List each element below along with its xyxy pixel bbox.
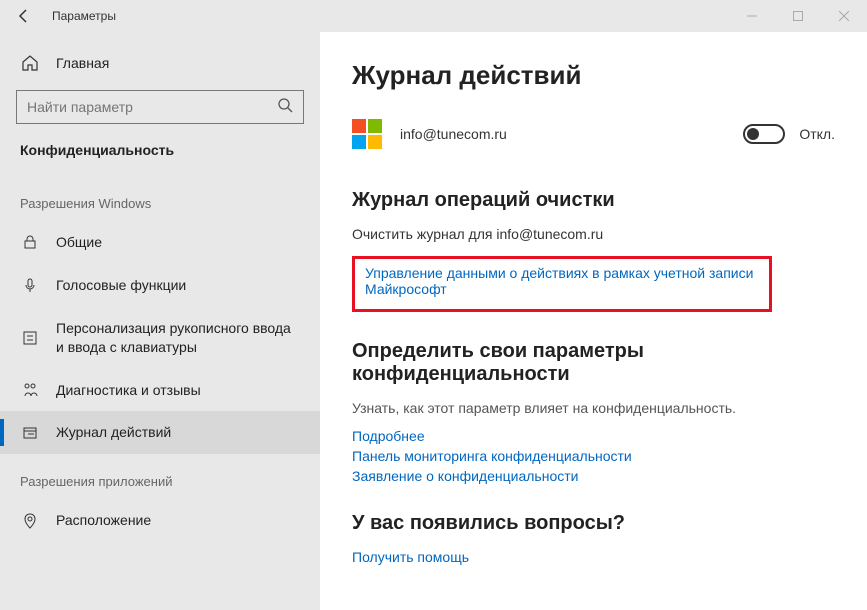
search-input[interactable] [27,99,277,115]
window-title: Параметры [52,9,116,23]
privacy-dashboard-link[interactable]: Панель мониторинга конфиденциальности [352,448,835,464]
back-button[interactable] [0,0,48,32]
sidebar: Главная Конфиденциальность Разрешения Wi… [0,32,320,610]
mic-icon [20,277,40,293]
main-content: Журнал действий info@tunecom.ru Откл. Жу… [320,32,867,610]
titlebar: Параметры [0,0,867,32]
location-icon [20,513,40,529]
home-label: Главная [56,55,109,71]
microsoft-logo-icon [352,119,382,149]
home-button[interactable]: Главная [0,44,320,82]
privacy-description: Узнать, как этот параметр влияет на конф… [352,400,835,416]
nav-label: Журнал действий [56,423,300,442]
toggle-state-label: Откл. [799,126,835,142]
highlight-box: Управление данными о действиях в рамках … [352,256,772,312]
nav-activity-history[interactable]: Журнал действий [0,411,320,454]
lock-icon [20,234,40,250]
nav-general[interactable]: Общие [0,221,320,264]
close-button[interactable] [821,0,867,32]
maximize-icon [793,11,803,21]
nav-label: Общие [56,233,300,252]
privacy-statement-link[interactable]: Заявление о конфиденциальности [352,468,835,484]
minimize-icon [747,11,757,21]
minimize-button[interactable] [729,0,775,32]
section-privacy-title: Определить свои параметры конфиденциальн… [352,340,835,386]
page-title: Журнал действий [352,60,835,91]
sidebar-category: Конфиденциальность [0,138,320,176]
section-questions-title: У вас появились вопросы? [352,512,835,535]
home-icon [20,54,40,72]
maximize-button[interactable] [775,0,821,32]
group-header-apps: Разрешения приложений [0,454,320,499]
activity-toggle[interactable] [743,124,785,144]
nav-inking[interactable]: Персонализация рукописного ввода и ввода… [0,307,320,369]
nav-label: Персонализация рукописного ввода и ввода… [56,319,300,357]
manage-activity-link[interactable]: Управление данными о действиях в рамках … [365,265,759,297]
account-email: info@tunecom.ru [400,126,507,142]
clear-description: Очистить журнал для info@tunecom.ru [352,226,835,242]
close-icon [839,11,849,21]
arrow-left-icon [16,8,32,24]
account-row: info@tunecom.ru Откл. [352,119,835,149]
search-icon [277,97,293,118]
group-header-windows: Разрешения Windows [0,176,320,221]
nav-location[interactable]: Расположение [0,499,320,542]
learn-more-link[interactable]: Подробнее [352,428,835,444]
nav-speech[interactable]: Голосовые функции [0,264,320,307]
section-clear-title: Журнал операций очистки [352,189,835,212]
get-help-link[interactable]: Получить помощь [352,549,835,565]
nav-diagnostics[interactable]: Диагностика и отзывы [0,369,320,412]
search-box[interactable] [16,90,304,124]
nav-label: Голосовые функции [56,276,300,295]
feedback-icon [20,382,40,398]
inking-icon [20,330,40,346]
nav-label: Диагностика и отзывы [56,381,300,400]
nav-label: Расположение [56,511,300,530]
history-icon [20,425,40,441]
toggle-knob [747,128,759,140]
